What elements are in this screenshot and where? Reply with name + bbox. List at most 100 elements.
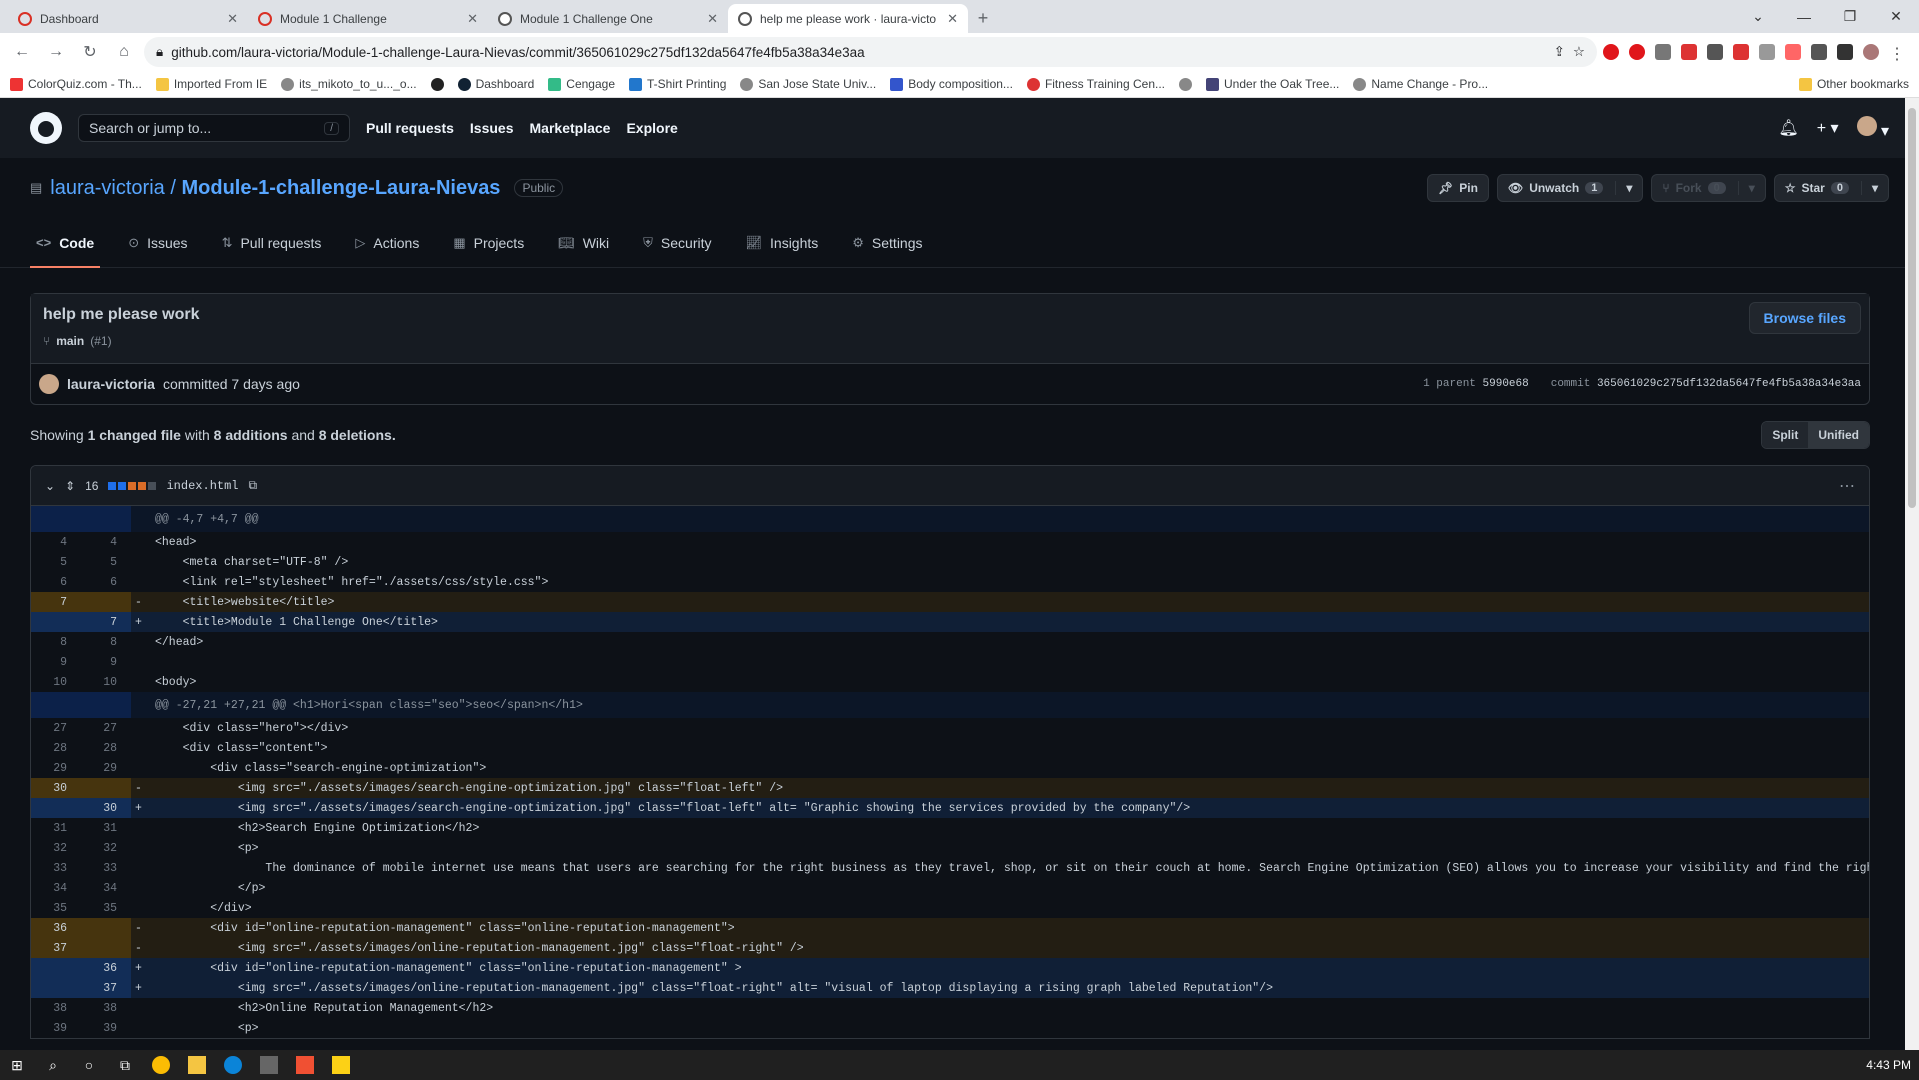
new-line-number[interactable]: 10 <box>81 672 131 692</box>
restore-icon[interactable]: ❐ <box>1827 0 1873 33</box>
nav-issues[interactable]: Issues <box>470 120 514 136</box>
split-button[interactable]: Split <box>1762 422 1809 448</box>
tab-security[interactable]: ⛨ Security <box>637 218 717 267</box>
tab-code[interactable]: <> Code <box>30 218 101 268</box>
old-line-number[interactable]: 10 <box>31 672 81 692</box>
branch-link[interactable]: main <box>56 334 84 348</box>
forward-icon[interactable]: → <box>42 38 70 66</box>
page-scrollbar[interactable] <box>1905 98 1919 1050</box>
old-line-number[interactable]: 5 <box>31 552 81 572</box>
close-icon[interactable]: ✕ <box>227 11 238 27</box>
new-line-number[interactable] <box>81 938 131 958</box>
old-line-number[interactable]: 9 <box>31 652 81 672</box>
repo-owner-link[interactable]: laura-victoria <box>50 177 164 199</box>
old-line-number[interactable] <box>31 978 81 998</box>
sidepanel-icon[interactable] <box>1837 44 1853 60</box>
bookmark[interactable]: Name Change - Pro... <box>1353 77 1488 91</box>
new-line-number[interactable]: 34 <box>81 878 131 898</box>
browser-tab[interactable]: Module 1 Challenge One ✕ <box>488 4 728 33</box>
tab-settings[interactable]: ⚙ Settings <box>846 218 928 267</box>
edge-icon[interactable] <box>224 1056 242 1074</box>
bookmark[interactable] <box>430 77 444 91</box>
menu-icon[interactable]: ⋮ <box>1889 44 1905 63</box>
author-link[interactable]: laura-victoria <box>67 376 155 392</box>
old-line-number[interactable]: 4 <box>31 532 81 552</box>
pocket-icon[interactable] <box>1681 44 1697 60</box>
browser-tab[interactable]: Dashboard ✕ <box>8 4 248 33</box>
old-line-number[interactable]: 31 <box>31 818 81 838</box>
old-line-number[interactable]: 38 <box>31 998 81 1018</box>
scrollbar-thumb[interactable] <box>1908 108 1916 508</box>
bookmark[interactable]: T-Shirt Printing <box>629 77 726 91</box>
bookmark[interactable] <box>1179 77 1192 91</box>
new-tab-button[interactable]: + <box>968 4 998 33</box>
home-icon[interactable]: ⌂ <box>110 38 138 66</box>
bookmark[interactable]: Cengage <box>548 77 615 91</box>
bookmark[interactable]: Dashboard <box>457 77 534 91</box>
new-line-number[interactable]: 8 <box>81 632 131 652</box>
git-icon[interactable] <box>296 1056 314 1074</box>
windows-start-icon[interactable]: ⊞ <box>8 1056 26 1074</box>
new-line-number[interactable]: 37 <box>81 978 131 998</box>
bookmark[interactable]: Fitness Training Cen... <box>1026 77 1165 91</box>
old-line-number[interactable]: 27 <box>31 718 81 738</box>
old-line-number[interactable]: 34 <box>31 878 81 898</box>
skype-icon[interactable] <box>1707 44 1723 60</box>
file-explorer-icon[interactable] <box>188 1056 206 1074</box>
copy-icon[interactable]: ⧉ <box>249 478 258 493</box>
bookmark[interactable]: Imported From IE <box>155 77 267 91</box>
bell-icon[interactable]: 🔔︎ <box>1778 118 1798 138</box>
old-line-number[interactable]: 29 <box>31 758 81 778</box>
old-line-number[interactable]: 39 <box>31 1018 81 1038</box>
pin-button[interactable]: 📌︎ Pin <box>1427 174 1489 202</box>
extension-icon[interactable] <box>1785 44 1801 60</box>
close-icon[interactable]: ✕ <box>707 11 718 27</box>
kebab-menu-icon[interactable]: ⋯ <box>1839 476 1855 496</box>
minimize-icon[interactable]: — <box>1781 0 1827 33</box>
tab-projects[interactable]: ▦ Projects <box>447 218 530 267</box>
sticky-notes-icon[interactable] <box>332 1056 350 1074</box>
new-line-number[interactable] <box>81 506 131 532</box>
fork-button[interactable]: ⑂ Fork 0 ▾ <box>1651 174 1766 202</box>
old-line-number[interactable]: 32 <box>31 838 81 858</box>
avatar[interactable] <box>39 374 59 394</box>
star-button[interactable]: ☆ Star 0 ▾ <box>1773 174 1889 202</box>
close-icon[interactable]: ✕ <box>467 11 478 27</box>
adblock-icon[interactable] <box>1629 44 1645 60</box>
new-line-number[interactable]: 6 <box>81 572 131 592</box>
new-line-number[interactable]: 36 <box>81 958 131 978</box>
nav-marketplace[interactable]: Marketplace <box>530 120 611 136</box>
bookmark[interactable]: its_mikoto_to_u..._o... <box>281 77 417 91</box>
old-line-number[interactable] <box>31 798 81 818</box>
old-line-number[interactable]: 33 <box>31 858 81 878</box>
new-line-number[interactable]: 28 <box>81 738 131 758</box>
new-line-number[interactable] <box>81 778 131 798</box>
old-line-number[interactable]: 7 <box>31 592 81 612</box>
new-line-number[interactable]: 5 <box>81 552 131 572</box>
bookmark-star-icon[interactable]: ☆ <box>1573 44 1585 60</box>
file-name-link[interactable]: index.html <box>166 479 238 493</box>
new-line-number[interactable]: 33 <box>81 858 131 878</box>
opera-icon[interactable] <box>1603 44 1619 60</box>
new-line-number[interactable] <box>81 692 131 718</box>
chrome-icon[interactable] <box>152 1056 170 1074</box>
tab-wiki[interactable]: 📖︎ Wiki <box>552 218 615 267</box>
tab-pull-requests[interactable]: ⇅ Pull requests <box>216 218 328 267</box>
bookmark[interactable]: ColorQuiz.com - Th... <box>10 77 142 91</box>
old-line-number[interactable]: 28 <box>31 738 81 758</box>
user-menu[interactable]: ▾ <box>1856 115 1889 141</box>
plus-dropdown-icon[interactable]: + ▾ <box>1817 118 1839 138</box>
new-line-number[interactable]: 38 <box>81 998 131 1018</box>
new-line-number[interactable]: 29 <box>81 758 131 778</box>
new-line-number[interactable]: 30 <box>81 798 131 818</box>
close-icon[interactable]: ✕ <box>947 11 958 27</box>
old-line-number[interactable]: 37 <box>31 938 81 958</box>
close-window-icon[interactable]: ✕ <box>1873 0 1919 33</box>
tab-issues[interactable]: ⊙ Issues <box>122 218 193 267</box>
new-line-number[interactable]: 39 <box>81 1018 131 1038</box>
browser-tab-active[interactable]: help me please work · laura-victo ✕ <box>728 4 968 33</box>
tab-actions[interactable]: ▷ Actions <box>349 218 425 267</box>
store-icon[interactable] <box>260 1056 278 1074</box>
old-line-number[interactable] <box>31 692 81 718</box>
new-line-number[interactable]: 27 <box>81 718 131 738</box>
